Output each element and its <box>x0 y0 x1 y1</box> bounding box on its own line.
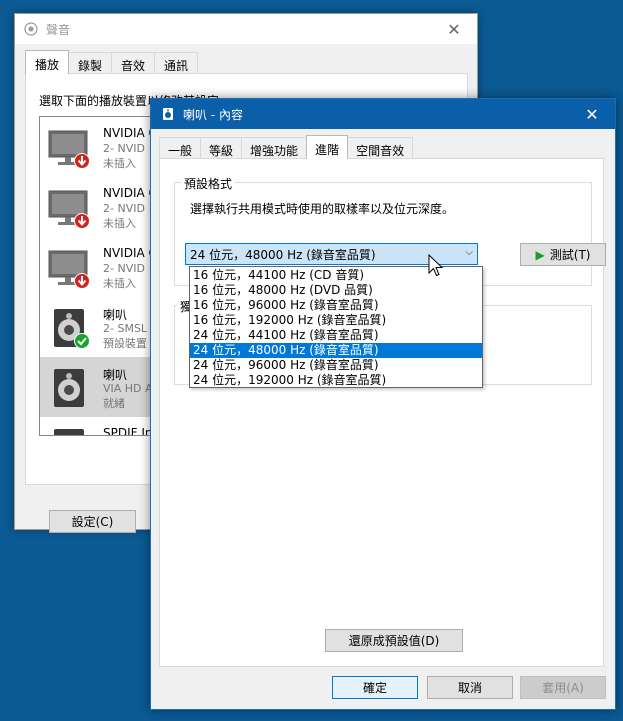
device-status: 預設裝置 <box>103 337 147 350</box>
device-name: SPDIF Int <box>103 426 157 436</box>
device-detail: 2- NVID <box>103 202 145 215</box>
tab-communications[interactable]: 通訊 <box>154 52 199 74</box>
play-icon: ▶ <box>535 247 545 262</box>
tab-playback[interactable]: 播放 <box>25 50 70 74</box>
format-dropdown-list[interactable]: 16 位元，44100 Hz (CD 音質) 16 位元，48000 Hz (D… <box>189 266 483 388</box>
device-status: 未插入 <box>103 277 136 290</box>
device-status: 未插入 <box>103 217 136 230</box>
device-list[interactable]: NVIDIA O 2- NVID 未插入 NVIDIA O 2- NVID 未插… <box>39 116 157 436</box>
speaker-properties-window: 喇叭 - 內容 ✕ 一般 等級 增強功能 進階 空間音效 預設格式 選擇執行共用… <box>150 98 616 710</box>
sound-tabs: 播放 錄製 音效 通訊 <box>25 50 199 74</box>
cancel-button[interactable]: 取消 <box>427 676 513 699</box>
tab-advanced[interactable]: 進階 <box>306 135 349 159</box>
sound-window-close-icon[interactable]: ✕ <box>431 14 477 44</box>
advanced-panel: 預設格式 選擇執行共用模式時使用的取樣率以及位元深度。 獨 24 位元，4800… <box>159 158 606 667</box>
restore-defaults-button[interactable]: 還原成預設值(D) <box>325 629 463 652</box>
spdif-icon <box>54 429 84 435</box>
device-item[interactable]: NVIDIA O 2- NVID 未插入 <box>40 237 157 297</box>
device-name: NVIDIA O <box>103 186 157 200</box>
sound-window-titlebar[interactable]: 聲音 ✕ <box>15 14 477 44</box>
tab-recording[interactable]: 錄製 <box>68 52 113 74</box>
device-status: 未插入 <box>103 157 136 170</box>
settings-button[interactable]: 設定(C) <box>49 510 136 533</box>
format-option[interactable]: 24 位元，192000 Hz (錄音室品質) <box>190 373 482 388</box>
device-detail: 2- SMSL <box>103 322 148 335</box>
monitor-icon <box>48 130 90 169</box>
device-item[interactable]: 喇叭 2- SMSL 預設裝置 <box>40 297 156 357</box>
format-option[interactable]: 24 位元，96000 Hz (錄音室品質) <box>190 358 482 373</box>
sound-window-title: 聲音 <box>46 22 71 37</box>
properties-window-titlebar[interactable]: 喇叭 - 內容 ✕ <box>151 99 615 129</box>
device-item[interactable]: NVIDIA O 2- NVID 未插入 <box>40 177 157 237</box>
device-detail: 2- NVID <box>103 142 145 155</box>
test-button-label: 測試(T) <box>549 248 591 262</box>
monitor-icon <box>48 250 90 289</box>
properties-window-title: 喇叭 - 內容 <box>183 107 243 122</box>
format-option[interactable]: 16 位元，48000 Hz (DVD 品質) <box>190 283 482 298</box>
device-name: NVIDIA O <box>103 246 157 260</box>
disconnected-icon <box>74 273 90 289</box>
format-option[interactable]: 16 位元，96000 Hz (錄音室品質) <box>190 298 482 313</box>
speaker-app-icon <box>163 108 173 120</box>
default-format-description: 選擇執行共用模式時使用的取樣率以及位元深度。 <box>190 202 455 216</box>
speaker-app-icon <box>24 22 38 36</box>
test-button[interactable]: ▶ 測試(T) <box>520 243 606 266</box>
device-detail: VIA HD A <box>103 382 153 395</box>
properties-window-close-icon[interactable]: ✕ <box>569 99 615 129</box>
tab-general[interactable]: 一般 <box>159 137 202 159</box>
device-detail: 2- NVID <box>103 262 145 275</box>
device-item[interactable]: SPDIF Int <box>40 417 157 436</box>
format-option-highlighted[interactable]: 24 位元，48000 Hz (錄音室品質) <box>190 343 482 358</box>
apply-button[interactable]: 套用(A) <box>520 676 606 699</box>
format-option[interactable]: 16 位元，192000 Hz (錄音室品質) <box>190 313 482 328</box>
device-status: 就緒 <box>103 397 125 410</box>
default-check-icon <box>74 333 90 349</box>
mouse-pointer-icon <box>428 254 444 277</box>
device-name: NVIDIA O <box>103 126 157 140</box>
disconnected-icon <box>74 153 90 169</box>
disconnected-icon <box>74 213 90 229</box>
ok-button[interactable]: 確定 <box>332 676 418 699</box>
default-format-legend: 預設格式 <box>181 175 236 192</box>
properties-tabs: 一般 等級 增強功能 進階 空間音效 <box>159 135 414 159</box>
device-item[interactable]: NVIDIA O 2- NVID 未插入 <box>40 117 157 177</box>
tab-sounds[interactable]: 音效 <box>111 52 156 74</box>
tab-enhancements[interactable]: 增強功能 <box>241 137 308 159</box>
chevron-down-icon: ⌵ <box>465 247 473 258</box>
tab-levels[interactable]: 等級 <box>200 137 243 159</box>
device-item-selected[interactable]: 喇叭 VIA HD A 就緒 <box>40 357 156 417</box>
speaker-icon <box>54 309 90 349</box>
monitor-icon <box>48 190 90 229</box>
tab-spatial-sound[interactable]: 空間音效 <box>347 137 414 159</box>
format-select-value: 24 位元，48000 Hz (錄音室品質) <box>190 247 376 262</box>
format-option[interactable]: 24 位元，44100 Hz (錄音室品質) <box>190 328 482 343</box>
speaker-icon <box>54 369 84 407</box>
